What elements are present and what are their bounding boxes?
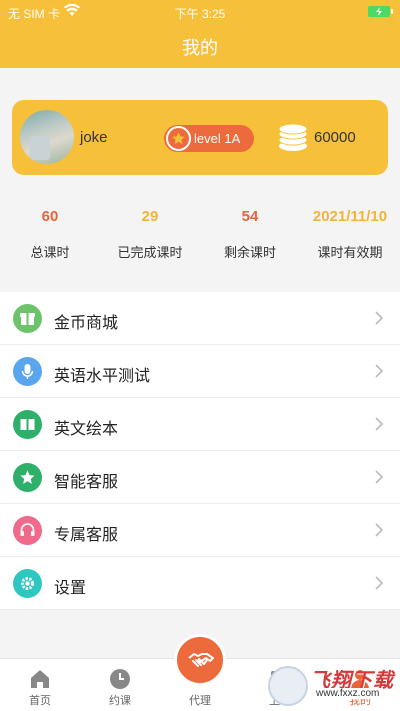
status-bar: 无 SIM 卡 下午 3:25	[0, 3, 400, 21]
watermark-logo: 飞翔下载 www.fxxz.com	[268, 664, 398, 708]
status-time: 下午 3:25	[174, 7, 226, 21]
menu-item-label: 专属客服	[54, 527, 119, 544]
star-icon	[13, 463, 42, 492]
level-badge: level 1A	[164, 125, 254, 152]
chevron-right-icon	[375, 576, 384, 590]
stat-value: 2021/11/10	[312, 208, 388, 225]
battery-icon	[368, 6, 393, 17]
page-title: 我的	[182, 38, 218, 58]
header-bar: 无 SIM 卡 下午 3:25 我的	[0, 0, 400, 68]
stat-label: 已完成课时	[117, 245, 183, 260]
menu-item-label: 设置	[54, 580, 87, 597]
stat-value: 54	[241, 208, 259, 225]
chevron-right-icon	[375, 364, 384, 378]
menu-item-coin-shop[interactable]: 金币商城	[0, 292, 400, 345]
menu-item-smart-service[interactable]: 智能客服	[0, 451, 400, 504]
watermark-url: www.fxxz.com	[314, 688, 382, 699]
watermark-emblem-icon	[268, 666, 308, 706]
username: joke	[80, 129, 108, 146]
chevron-right-icon	[375, 470, 384, 484]
avatar[interactable]	[20, 110, 74, 164]
profile-card[interactable]: joke level 1A 60000	[12, 100, 388, 175]
course-stats: 60 总课时 29 已完成课时 54 剩余课时 2021/11/10 课时有效期	[0, 200, 400, 270]
stat-completed-hours: 29 已完成课时	[100, 208, 200, 261]
menu-item-english-test[interactable]: 英语水平测试	[0, 345, 400, 398]
menu-item-label: 英文绘本	[54, 421, 119, 438]
stat-label: 课时有效期	[317, 245, 383, 260]
tab-label: 首页	[29, 695, 51, 707]
tab-label: 约课	[109, 695, 131, 707]
gear-icon	[13, 569, 42, 598]
headset-icon	[13, 516, 42, 545]
level-label: level 1A	[194, 131, 241, 146]
stat-total-hours: 60 总课时	[0, 208, 100, 261]
menu-item-settings[interactable]: 设置	[0, 557, 400, 610]
chevron-right-icon	[375, 417, 384, 431]
home-icon	[31, 670, 49, 688]
coins-balance: 60000	[314, 129, 356, 146]
menu-item-personal-service[interactable]: 专属客服	[0, 504, 400, 557]
star-icon	[166, 126, 191, 151]
agent-center-button[interactable]	[174, 634, 226, 686]
shop-icon	[13, 304, 42, 333]
stat-label: 剩余课时	[223, 245, 276, 260]
menu-item-label: 智能客服	[54, 474, 119, 491]
handshake-icon	[188, 653, 214, 667]
coins-icon	[278, 123, 308, 151]
book-icon	[13, 410, 42, 439]
tab-label: 代理	[189, 695, 211, 707]
menu-item-label: 金币商城	[54, 315, 119, 332]
stat-value: 29	[141, 208, 159, 225]
stat-remaining-hours: 54 剩余课时	[200, 208, 300, 261]
menu-list: 金币商城 英语水平测试 英文绘本 智能客服 专属客服 设置	[0, 292, 400, 610]
menu-item-picture-books[interactable]: 英文绘本	[0, 398, 400, 451]
chevron-right-icon	[375, 311, 384, 325]
stat-value: 60	[41, 208, 59, 225]
microphone-icon	[13, 357, 42, 386]
tab-home[interactable]: 首页	[0, 659, 80, 711]
clock-icon	[110, 669, 130, 689]
menu-item-label: 英语水平测试	[54, 368, 151, 385]
chevron-right-icon	[375, 523, 384, 537]
stat-label: 总课时	[30, 245, 70, 260]
tab-book-class[interactable]: 约课	[80, 659, 160, 711]
stat-validity: 2021/11/10 课时有效期	[300, 208, 400, 261]
